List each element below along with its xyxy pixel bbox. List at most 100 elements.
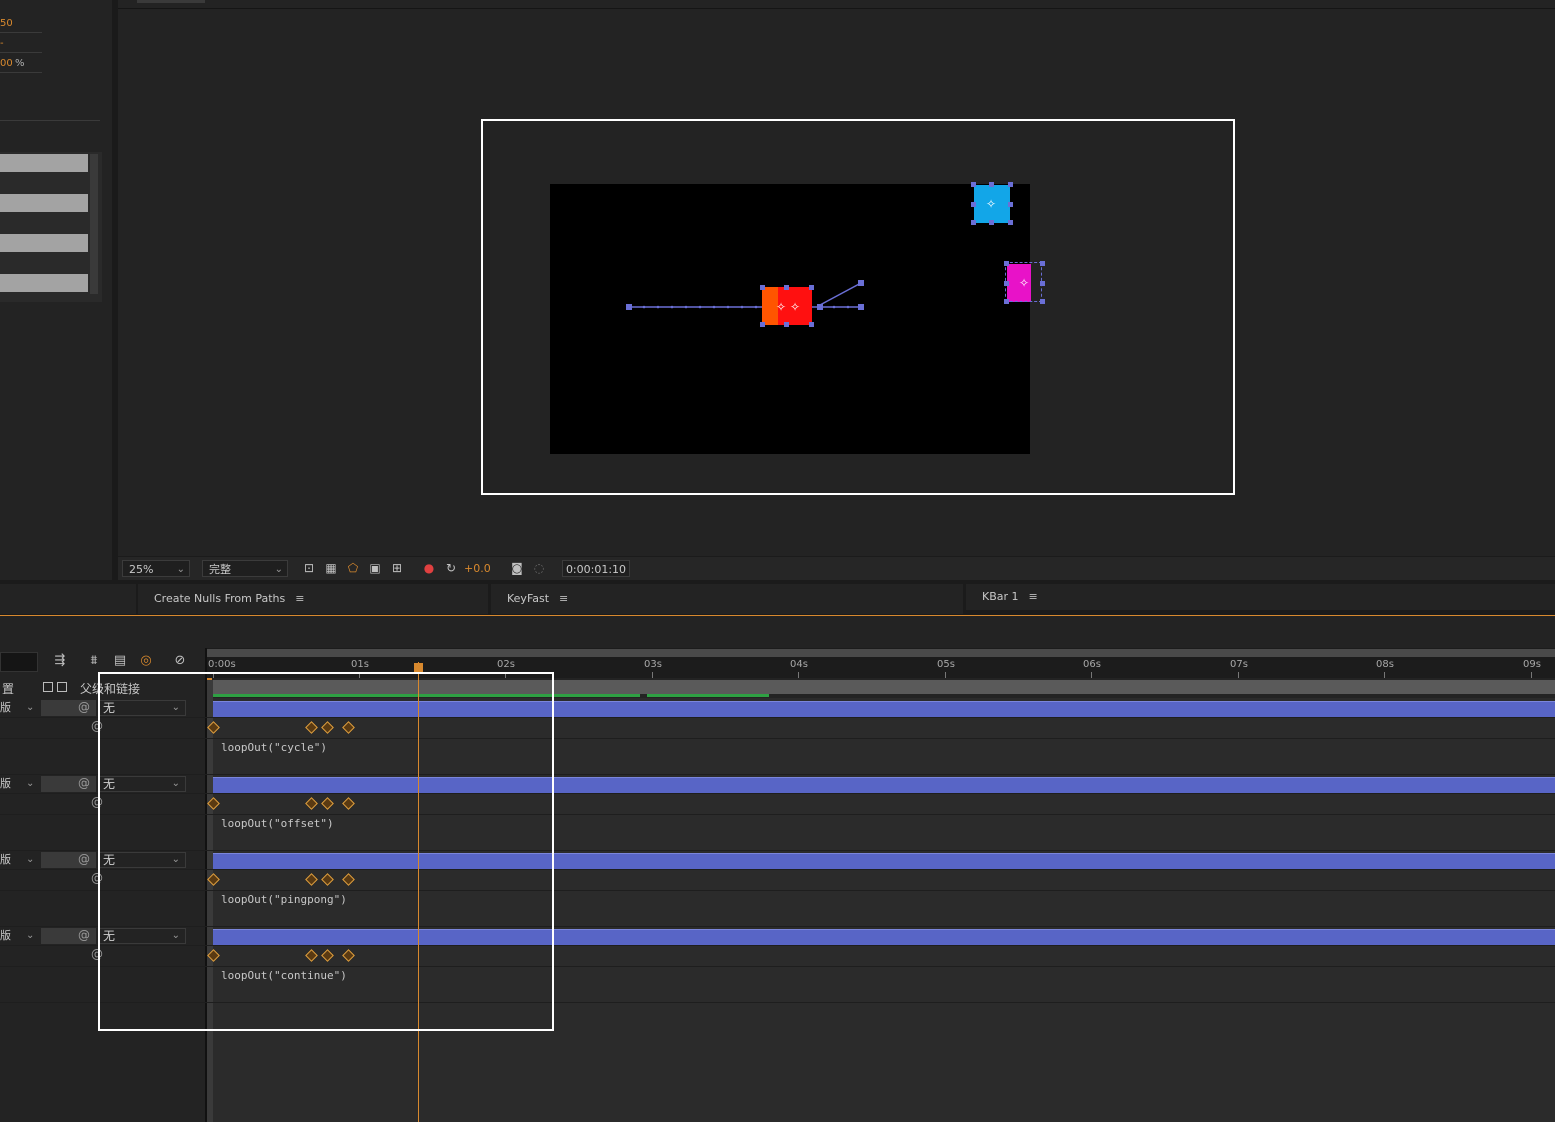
exposure-value[interactable]: +0.0	[464, 562, 491, 575]
viewer-toolbar: 25% ⌄ 完整 ⌄ ⊡ ▦ ⬠ ▣ ⊞ ● ↻ +0.0 ◙ ◌ 0:00:01:…	[118, 556, 1555, 581]
ruler-label: 07s	[1230, 659, 1248, 670]
ruler-tick	[798, 672, 799, 678]
transform-handle[interactable]	[971, 202, 976, 207]
pickwhip-icon[interactable]: @	[78, 700, 90, 714]
shy-layers-icon[interactable]: ⩩	[86, 653, 102, 669]
search-input[interactable]	[0, 652, 38, 672]
tab-timeline[interactable]	[0, 584, 136, 614]
motion-blur-switch-icon[interactable]	[43, 682, 53, 692]
chevron-down-icon: ⌄	[26, 854, 35, 865]
transform-handle[interactable]	[971, 220, 976, 225]
layer-mode-dropdown[interactable]: 版 ⌄	[0, 776, 38, 792]
transform-handle[interactable]	[971, 182, 976, 187]
ruler-tick	[1238, 672, 1239, 678]
tab-label: KBar 1	[982, 590, 1019, 603]
ruler-tick	[1091, 672, 1092, 678]
scrollbar[interactable]	[90, 154, 98, 294]
layer-mode-dropdown[interactable]: 版 ⌄	[0, 852, 38, 868]
timecode-value: 0:00:01:10	[565, 563, 627, 576]
ruler-label: 04s	[790, 659, 808, 670]
transform-handle[interactable]	[1004, 281, 1009, 286]
ruler-label: 03s	[644, 659, 662, 670]
current-time-indicator-head[interactable]	[414, 663, 423, 672]
ruler-tick	[1384, 672, 1385, 678]
time-navigator[interactable]	[207, 649, 1555, 657]
ruler-label: 05s	[937, 659, 955, 670]
divider	[0, 72, 42, 73]
transform-handle[interactable]	[784, 322, 789, 327]
frame-blending-icon[interactable]: ▤	[112, 653, 128, 669]
property-value-2[interactable]: -	[0, 38, 4, 49]
transform-handle[interactable]	[1040, 299, 1045, 304]
transform-handle[interactable]	[1040, 261, 1045, 266]
transform-handle[interactable]	[989, 220, 994, 225]
divider	[0, 120, 100, 121]
mask-toggle-icon[interactable]: ⬠	[346, 561, 360, 575]
transform-handle[interactable]	[1004, 261, 1009, 266]
gray-stripe	[0, 194, 88, 212]
property-value-3[interactable]: 00	[0, 58, 13, 69]
transform-handle[interactable]	[1004, 299, 1009, 304]
gray-stripe	[0, 154, 88, 172]
tab-label: KeyFast	[507, 592, 550, 605]
properties-panel: 50 - 00 %	[0, 0, 112, 580]
transform-handle[interactable]	[760, 322, 765, 327]
show-snapshot-icon[interactable]: ◌	[532, 561, 546, 575]
composition-mini-flowchart-icon[interactable]: ⇶	[52, 653, 68, 669]
transform-handle[interactable]	[784, 285, 789, 290]
viewer-top-border	[118, 8, 1555, 9]
resolution-dropdown[interactable]: 完整 ⌄	[202, 560, 288, 577]
transparency-grid-icon[interactable]: ▦	[324, 561, 338, 575]
cache-indicator	[647, 694, 769, 697]
grid-icon[interactable]: ⊞	[390, 561, 404, 575]
transform-handle[interactable]	[1008, 202, 1013, 207]
timecode-display[interactable]: 0:00:01:10	[562, 560, 630, 577]
ruler-label: 08s	[1376, 659, 1394, 670]
ruler-tick	[652, 672, 653, 678]
ruler-tick	[1531, 672, 1532, 678]
tab-kbar-1[interactable]: KBar 1 ≡	[966, 584, 1555, 610]
transform-handle[interactable]	[989, 182, 994, 187]
adjustment-layer-switch-icon[interactable]	[57, 682, 67, 692]
anchor-point-icon[interactable]: ✧	[985, 198, 997, 210]
transform-handle[interactable]	[1040, 281, 1045, 286]
transform-handle[interactable]	[1008, 220, 1013, 225]
transform-handle[interactable]	[760, 285, 765, 290]
ruler-label: 02s	[497, 659, 515, 670]
viewer-tab[interactable]	[137, 0, 205, 3]
gray-stripe	[0, 234, 88, 252]
hamburger-menu-icon[interactable]: ≡	[1029, 590, 1038, 603]
ruler-tick	[945, 672, 946, 678]
chevron-down-icon: ⌄	[26, 778, 35, 789]
zoom-dropdown[interactable]: 25% ⌄	[122, 560, 190, 577]
transform-handle[interactable]	[809, 322, 814, 327]
camera-icon[interactable]: ◙	[510, 561, 524, 575]
region-of-interest-icon[interactable]: ⊡	[302, 561, 316, 575]
transform-handle[interactable]	[809, 285, 814, 290]
layer-mode-dropdown[interactable]: 版 ⌄	[0, 928, 38, 944]
pickwhip-icon[interactable]: @	[78, 776, 90, 790]
ruler-label: 06s	[1083, 659, 1101, 670]
chevron-down-icon: ⌄	[26, 702, 35, 713]
reset-exposure-icon[interactable]: ↻	[444, 561, 458, 575]
safe-area-icon[interactable]: ▣	[368, 561, 382, 575]
tab-create-nulls-from-paths[interactable]: Create Nulls From Paths ≡	[138, 584, 488, 614]
anchor-point-icon[interactable]: ✧	[1018, 277, 1030, 289]
tab-keyfast[interactable]: KeyFast ≡	[491, 584, 963, 614]
layer-mode-dropdown[interactable]: 版 ⌄	[0, 700, 38, 716]
graph-editor-icon[interactable]: ⊘	[172, 653, 188, 669]
pickwhip-icon[interactable]: @	[78, 928, 90, 942]
property-value-1[interactable]: 50	[0, 18, 13, 29]
resolution-value: 完整	[209, 563, 231, 576]
hamburger-menu-icon[interactable]: ≡	[559, 592, 568, 605]
swatch-panel	[0, 152, 102, 302]
transform-handle[interactable]	[1008, 182, 1013, 187]
pickwhip-icon[interactable]: @	[78, 852, 90, 866]
hamburger-menu-icon[interactable]: ≡	[295, 592, 304, 605]
motion-blur-icon[interactable]: ◎	[138, 653, 154, 669]
color-channel-icon[interactable]: ●	[422, 561, 436, 575]
mode-value: 版	[0, 701, 11, 714]
anchor-point-icon[interactable]: ✧	[775, 301, 787, 313]
anchor-point-icon[interactable]: ✧	[789, 301, 801, 313]
pickwhip-cell: @	[41, 700, 96, 716]
